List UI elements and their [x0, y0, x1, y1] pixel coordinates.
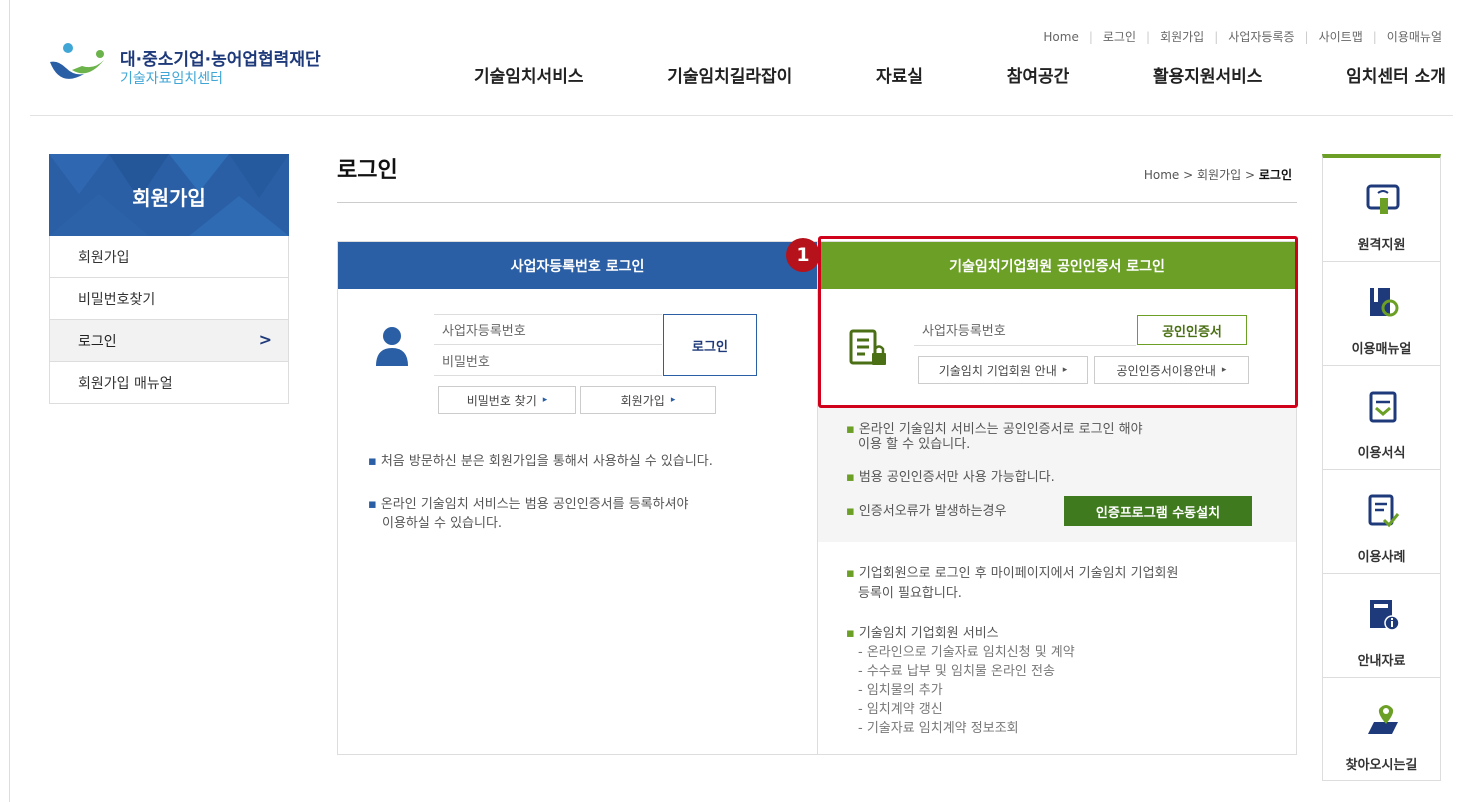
util-link-login[interactable]: 로그인 — [1103, 28, 1136, 45]
quick-item-label: 원격지원 — [1357, 238, 1406, 253]
case-icon — [1368, 494, 1400, 528]
util-link-bizcert[interactable]: 사업자등록증 — [1228, 28, 1294, 45]
user-icon — [376, 327, 408, 366]
nav-item-about[interactable]: 임치센터 소개 — [1342, 62, 1450, 87]
sidebar-title: 회원가입 — [132, 186, 206, 210]
location-icon — [1368, 705, 1398, 734]
sidebar-item-join-manual[interactable]: 회원가입 매뉴얼 — [50, 362, 288, 404]
password-input[interactable]: 비밀번호 — [434, 345, 662, 376]
breadcrumb-current: 로그인 — [1258, 168, 1292, 182]
quick-item-remote-support[interactable]: 원격지원 — [1323, 158, 1440, 262]
util-link-home[interactable]: Home — [1043, 30, 1078, 44]
quick-item-label: 이용사례 — [1357, 550, 1406, 565]
service-item: - 수수료 납부 및 임치물 온라인 전송 — [858, 664, 1055, 679]
biz-number-input[interactable]: 사업자등록번호 — [434, 314, 662, 345]
breadcrumb-join[interactable]: 회원가입 — [1197, 168, 1241, 182]
note-first-visit: ▪ 처음 방문하신 분은 회원가입을 통해서 사용하실 수 있습니다. — [368, 454, 713, 469]
note-cert-required: ▪ 온라인 기술임치 서비스는 범용 공인인증서를 등록하셔야 — [368, 497, 689, 512]
page-title: 로그인 — [337, 158, 398, 183]
note-cert-login-2: 이용 할 수 있습니다. — [858, 437, 971, 452]
service-item: - 온라인으로 기술자료 임치신청 및 계약 — [858, 645, 1075, 660]
nav-item-support-service[interactable]: 활용지원서비스 — [1149, 62, 1266, 87]
service-item: - 임치계약 갱신 — [858, 702, 943, 717]
quick-item-label: 이용서식 — [1357, 446, 1406, 461]
find-password-button[interactable]: 비밀번호 찾기 ▸ — [438, 386, 576, 414]
logo-icon — [50, 43, 104, 79]
biz-login-header: 사업자등록번호 로그인 — [338, 242, 817, 289]
service-item: - 기술자료 임치계약 정보조회 — [858, 721, 1019, 736]
quick-item-label: 찾아오시는길 — [1345, 758, 1418, 773]
note-cert-error: ▪ 인증서오류가 발생하는경우 — [846, 504, 1007, 519]
main-nav: 기술임치서비스 기술임치길라잡이 자료실 참여공간 활용지원서비스 임치센터 소… — [470, 62, 1450, 87]
utility-links: Home | 로그인 | 회원가입 | 사업자등록증 | 사이트맵 | 이용매뉴얼 — [1043, 28, 1442, 45]
note-cert-login: ▪ 온라인 기술임치 서비스는 공인인증서로 로그인 해야 — [846, 422, 1143, 437]
quick-item-forms[interactable]: 이용서식 — [1323, 366, 1440, 470]
chevron-right-icon: > — [258, 330, 272, 349]
quick-menu: 원격지원 이용매뉴얼 이용서식 이용사례 안내자료 찾아오시는길 — [1322, 154, 1441, 781]
util-link-manual[interactable]: 이용매뉴얼 — [1387, 28, 1442, 45]
breadcrumb: Home > 회원가입 > 로그인 — [1143, 168, 1292, 182]
install-program-button[interactable]: 인증프로그램 수동설치 — [1064, 496, 1252, 526]
note-member-register-2: 등록이 필요합니다. — [858, 586, 962, 601]
quick-item-manual[interactable]: 이용매뉴얼 — [1323, 262, 1440, 366]
sidebar-title-box: 회원가입 — [49, 154, 289, 236]
center-name: 기술자료임치센터 — [120, 71, 224, 87]
header-divider — [30, 115, 1453, 116]
nav-item-escrow-service[interactable]: 기술임치서비스 — [470, 62, 587, 87]
breadcrumb-home[interactable]: Home — [1144, 168, 1179, 182]
nav-item-library[interactable]: 자료실 — [872, 62, 927, 87]
step-badge: 1 — [786, 238, 820, 272]
remote-support-icon — [1366, 184, 1400, 214]
note-member-register: ▪ 기업회원으로 로그인 후 마이페이지에서 기술임치 기업회원 — [846, 566, 1179, 581]
service-item: - 임치물의 추가 — [858, 683, 943, 698]
sidebar-menu: 회원가입 비밀번호찾기 로그인 > 회원가입 매뉴얼 — [49, 236, 289, 404]
util-link-sitemap[interactable]: 사이트맵 — [1319, 28, 1363, 45]
note-cert-required-2: 이용하실 수 있습니다. — [382, 516, 503, 531]
quick-item-location[interactable]: 찾아오시는길 — [1323, 678, 1440, 782]
sidebar-item-label: 로그인 — [78, 333, 117, 350]
org-name: 대·중소기업·농어업협력재단 — [120, 50, 321, 70]
form-icon — [1369, 391, 1397, 423]
triangle-right-icon: ▸ — [542, 395, 548, 405]
util-link-join[interactable]: 회원가입 — [1160, 28, 1204, 45]
biz-number-login-panel: 사업자등록번호 로그인 사업자등록번호 비밀번호 로그인 비밀번호 찾기 ▸ 회원… — [337, 241, 818, 755]
quick-item-cases[interactable]: 이용사례 — [1323, 470, 1440, 574]
note-general-cert: ▪ 범용 공인인증서만 사용 가능합니다. — [846, 470, 1055, 485]
sidebar-item-join[interactable]: 회원가입 — [50, 236, 288, 278]
nav-item-participation[interactable]: 참여공간 — [1003, 62, 1074, 87]
site-logo[interactable]: 대·중소기업·농어업협력재단 기술자료임치센터 — [44, 40, 374, 90]
highlight-box — [818, 236, 1298, 408]
manual-icon — [1370, 288, 1399, 317]
login-button[interactable]: 로그인 — [663, 314, 757, 376]
title-divider — [337, 202, 1297, 203]
info-material-icon — [1370, 600, 1400, 631]
triangle-right-icon: ▸ — [670, 395, 676, 405]
quick-item-info[interactable]: 안내자료 — [1323, 574, 1440, 678]
sidebar-item-find-password[interactable]: 비밀번호찾기 — [50, 278, 288, 320]
quick-item-label: 이용매뉴얼 — [1351, 342, 1412, 357]
quick-item-label: 안내자료 — [1357, 654, 1406, 669]
join-button[interactable]: 회원가입 ▸ — [580, 386, 716, 414]
sidebar-item-login[interactable]: 로그인 > — [50, 320, 288, 362]
nav-item-escrow-guide[interactable]: 기술임치길라잡이 — [663, 62, 796, 87]
note-member-service: ▪ 기술임치 기업회원 서비스 — [846, 626, 999, 641]
